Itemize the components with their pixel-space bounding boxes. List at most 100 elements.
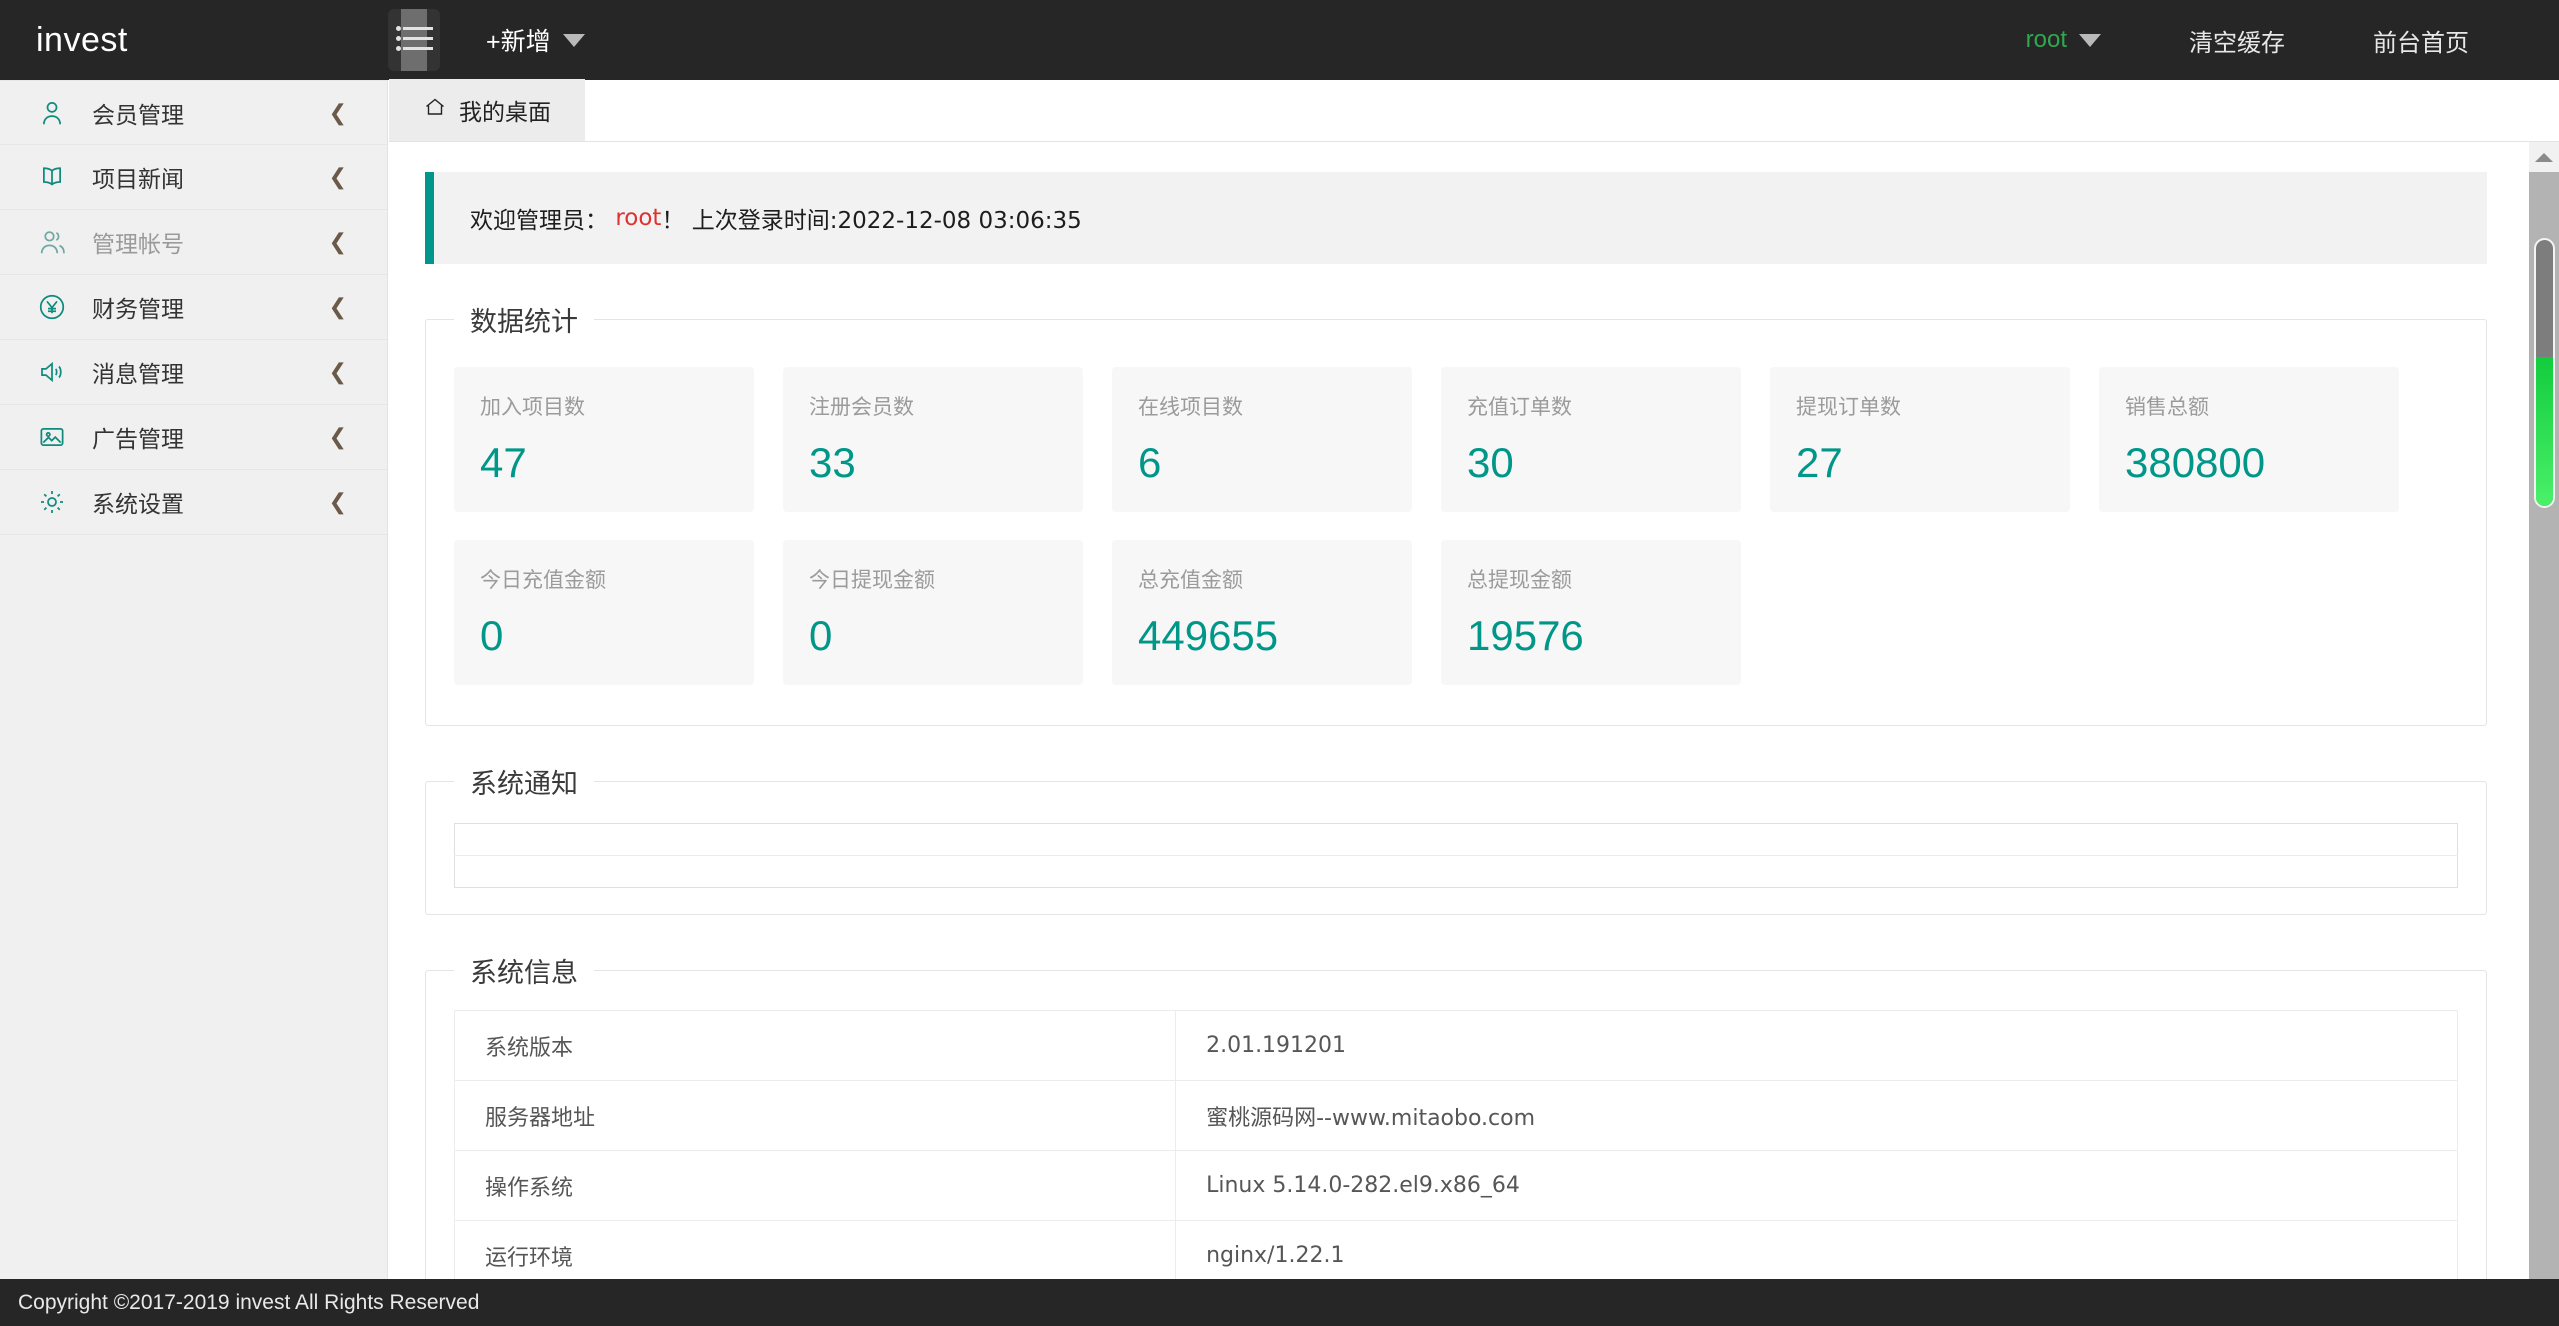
- info-value: Linux 5.14.0-282.el9.x86_64: [1176, 1151, 2458, 1221]
- stat-card-value: 33: [809, 439, 1059, 487]
- stat-card-label: 今日提现金额: [809, 564, 1059, 594]
- sidebar-item-member-management[interactable]: 会员管理 ❮: [0, 80, 387, 145]
- info-key: 服务器地址: [455, 1081, 1176, 1151]
- stat-card-label: 充值订单数: [1467, 391, 1717, 421]
- stat-card: 加入项目数 47: [454, 367, 754, 512]
- stat-card-label: 加入项目数: [480, 391, 730, 421]
- tab-my-desktop[interactable]: 我的桌面: [389, 79, 585, 141]
- system-notice-panel: 系统通知: [425, 762, 2487, 915]
- chevron-left-icon: ❮: [329, 296, 347, 318]
- info-key: 操作系统: [455, 1151, 1176, 1221]
- system-info-table: 系统版本 2.01.191201 服务器地址 蜜桃源码网--www.mitaob…: [454, 1010, 2458, 1279]
- tab-bar: 我的桌面: [389, 80, 2559, 142]
- info-value: 蜜桃源码网--www.mitaobo.com: [1176, 1081, 2458, 1151]
- scrollbar-thumb[interactable]: [2534, 238, 2555, 508]
- sidebar-item-finance-management[interactable]: 财务管理 ❮: [0, 275, 387, 340]
- gear-icon: [32, 482, 72, 522]
- sidebar: 会员管理 ❮ 项目新闻 ❮ 管理帐号 ❮: [0, 80, 388, 1326]
- sidebar-item-ad-management[interactable]: 广告管理 ❮: [0, 405, 387, 470]
- stat-card-label: 注册会员数: [809, 391, 1059, 421]
- stat-card-label: 总提现金额: [1467, 564, 1717, 594]
- stat-card-label: 在线项目数: [1138, 391, 1388, 421]
- stat-card-value: 380800: [2125, 439, 2375, 487]
- welcome-banner: 欢迎管理员： root ！ 上次登录时间:2022-12-08 03:06:35: [425, 172, 2487, 264]
- stat-card: 销售总额 380800: [2099, 367, 2399, 512]
- table-row: [455, 856, 2458, 888]
- notice-cell: [455, 856, 2458, 888]
- list-menu-icon[interactable]: [388, 9, 440, 71]
- stats-title: 数据统计: [454, 300, 594, 339]
- chevron-left-icon: ❮: [329, 426, 347, 448]
- sidebar-item-label: 管理帐号: [92, 225, 329, 259]
- frontend-home-link[interactable]: 前台首页: [2329, 0, 2513, 80]
- stats-card-grid: 加入项目数 47 注册会员数 33 在线项目数 6 充值订单数 30: [454, 353, 2458, 699]
- user-icon: [32, 93, 72, 133]
- stat-card: 总提现金额 19576: [1441, 540, 1741, 685]
- sidebar-item-label: 消息管理: [92, 355, 329, 389]
- stat-card: 今日充值金额 0: [454, 540, 754, 685]
- welcome-prefix: 欢迎管理员：: [470, 201, 608, 235]
- table-row: 服务器地址 蜜桃源码网--www.mitaobo.com: [455, 1081, 2458, 1151]
- stat-card-value: 30: [1467, 439, 1717, 487]
- add-new-label: +新增: [486, 22, 551, 58]
- stat-card-label: 提现订单数: [1796, 391, 2046, 421]
- stat-card: 今日提现金额 0: [783, 540, 1083, 685]
- user-menu-label: root: [2026, 26, 2067, 54]
- info-key: 系统版本: [455, 1011, 1176, 1081]
- admin-dashboard: invest +新增 root 清空缓存 前台首页 会员管理: [0, 0, 2559, 1326]
- add-new-button[interactable]: +新增: [486, 22, 585, 58]
- stat-card: 总充值金额 449655: [1112, 540, 1412, 685]
- chevron-left-icon: ❮: [329, 166, 347, 188]
- stat-card: 提现订单数 27: [1770, 367, 2070, 512]
- caret-down-icon: [2079, 34, 2101, 47]
- clear-cache-button[interactable]: 清空缓存: [2145, 0, 2329, 80]
- sidebar-item-label: 广告管理: [92, 420, 329, 454]
- sidebar-item-message-management[interactable]: 消息管理 ❮: [0, 340, 387, 405]
- sidebar-item-label: 会员管理: [92, 96, 329, 130]
- user-menu-button[interactable]: root: [1982, 0, 2145, 80]
- info-value: 2.01.191201: [1176, 1011, 2458, 1081]
- image-icon: [32, 417, 72, 457]
- stat-card: 充值订单数 30: [1441, 367, 1741, 512]
- stat-card-label: 总充值金额: [1138, 564, 1388, 594]
- sidebar-item-project-news[interactable]: 项目新闻 ❮: [0, 145, 387, 210]
- speaker-icon: [32, 352, 72, 392]
- chevron-left-icon: ❮: [329, 231, 347, 253]
- stat-card-value: 19576: [1467, 612, 1717, 660]
- sidebar-item-admin-accounts[interactable]: 管理帐号 ❮: [0, 210, 387, 275]
- stat-card-value: 47: [480, 439, 730, 487]
- stat-card-value: 449655: [1138, 612, 1388, 660]
- stats-panel: 数据统计 加入项目数 47 注册会员数 33 在线项目数 6: [425, 300, 2487, 726]
- sidebar-item-label: 系统设置: [92, 485, 329, 519]
- stat-card-value: 27: [1796, 439, 2046, 487]
- sidebar-item-label: 财务管理: [92, 290, 329, 324]
- sidebar-item-label: 项目新闻: [92, 160, 329, 194]
- stat-card-value: 0: [809, 612, 1059, 660]
- header-right-actions: root 清空缓存 前台首页: [1982, 0, 2559, 80]
- stat-card-label: 今日充值金额: [480, 564, 730, 594]
- app-logo: invest: [0, 0, 388, 80]
- chevron-left-icon: ❮: [329, 102, 347, 124]
- top-header: invest +新增 root 清空缓存 前台首页: [0, 0, 2559, 80]
- stat-card-value: 0: [480, 612, 730, 660]
- system-info-panel: 系统信息 系统版本 2.01.191201 服务器地址 蜜桃源码网--www.m…: [425, 951, 2487, 1279]
- caret-down-icon: [563, 34, 585, 47]
- tab-label: 我的桌面: [459, 93, 551, 127]
- table-row: 操作系统 Linux 5.14.0-282.el9.x86_64: [455, 1151, 2458, 1221]
- notice-cell: [455, 824, 2458, 856]
- welcome-username: root: [615, 205, 661, 231]
- table-row: 系统版本 2.01.191201: [455, 1011, 2458, 1081]
- system-info-title: 系统信息: [454, 951, 594, 990]
- stat-card-label: 销售总额: [2125, 391, 2375, 421]
- home-icon: [423, 95, 447, 125]
- sidebar-item-system-settings[interactable]: 系统设置 ❮: [0, 470, 387, 535]
- stat-card-value: 6: [1138, 439, 1388, 487]
- yuan-circle-icon: [32, 287, 72, 327]
- vertical-scrollbar[interactable]: [2529, 142, 2559, 1279]
- caret-up-icon[interactable]: [2529, 142, 2559, 172]
- users-icon: [32, 222, 72, 262]
- chevron-left-icon: ❮: [329, 491, 347, 513]
- chevron-left-icon: ❮: [329, 361, 347, 383]
- table-row: 运行环境 nginx/1.22.1: [455, 1221, 2458, 1280]
- table-row: [455, 824, 2458, 856]
